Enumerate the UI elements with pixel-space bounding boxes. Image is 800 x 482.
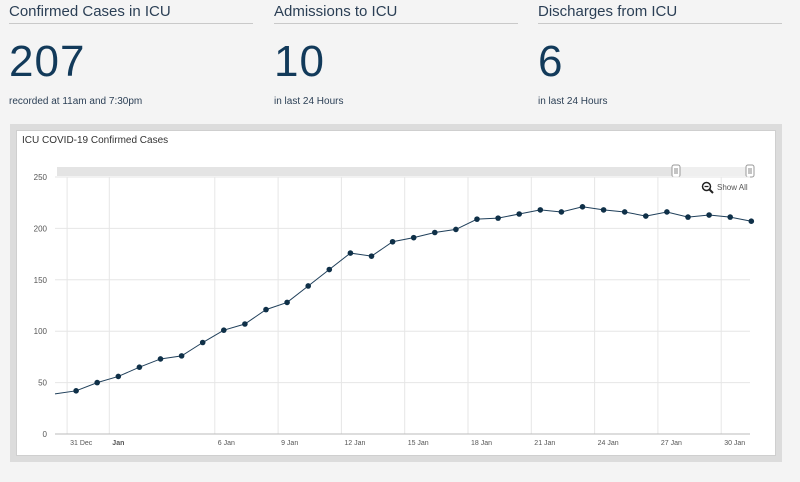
x-tick-label: 12 Jan xyxy=(344,440,365,447)
y-tick-label: 150 xyxy=(34,276,48,285)
range-navigator-window[interactable] xyxy=(676,167,750,176)
x-tick-label: 9 Jan xyxy=(281,440,298,447)
y-tick-label: 100 xyxy=(34,327,48,336)
x-tick-label: 27 Jan xyxy=(661,440,682,447)
zoom-out-icon xyxy=(701,181,714,194)
data-point[interactable] xyxy=(664,209,670,215)
data-point[interactable] xyxy=(453,226,459,233)
data-point[interactable] xyxy=(432,229,438,236)
stat-subtitle: in last 24 Hours xyxy=(274,96,344,107)
data-point[interactable] xyxy=(537,207,544,213)
data-point[interactable] xyxy=(73,388,79,394)
data-point[interactable] xyxy=(748,218,755,225)
data-point[interactable] xyxy=(558,209,565,215)
range-navigator-track[interactable] xyxy=(57,167,752,176)
stat-subtitle: in last 24 Hours xyxy=(538,96,608,107)
y-tick-label: 250 xyxy=(34,173,48,182)
stat-title: Confirmed Cases in ICU xyxy=(9,0,253,24)
data-point[interactable] xyxy=(495,215,501,221)
stat-confirmed-icu: Confirmed Cases in ICU 207 recorded at 1… xyxy=(9,0,253,107)
x-tick-label: Jan xyxy=(112,440,124,447)
y-tick-label: 50 xyxy=(38,379,47,388)
data-point[interactable] xyxy=(347,250,354,256)
show-all-button[interactable]: Show All xyxy=(701,181,748,194)
stat-value: 10 xyxy=(274,37,325,86)
data-point[interactable] xyxy=(706,212,712,218)
data-point[interactable] xyxy=(389,238,396,245)
show-all-label: Show All xyxy=(717,183,748,192)
data-point[interactable] xyxy=(685,214,691,220)
data-point[interactable] xyxy=(157,356,164,362)
stat-title: Discharges from ICU xyxy=(538,0,782,24)
stat-subtitle: recorded at 11am and 7:30pm xyxy=(9,96,143,107)
data-point[interactable] xyxy=(284,299,290,306)
range-handle-right[interactable] xyxy=(745,164,755,178)
data-point[interactable] xyxy=(474,216,480,222)
data-point[interactable] xyxy=(178,353,185,359)
data-point[interactable] xyxy=(516,211,522,217)
stat-value: 6 xyxy=(538,37,564,86)
x-tick-label: 31 Dec xyxy=(70,440,93,447)
series-line xyxy=(54,206,752,395)
stat-admissions-icu: Admissions to ICU 10 in last 24 Hours xyxy=(274,0,518,107)
data-point[interactable] xyxy=(643,213,649,219)
data-point[interactable] xyxy=(621,209,628,215)
stat-value: 207 xyxy=(9,37,86,86)
chart-panel: ICU COVID-19 Confirmed Cases 0 50 100 150 20… xyxy=(16,130,776,456)
data-point[interactable] xyxy=(94,379,100,386)
data-point[interactable] xyxy=(136,364,143,370)
stat-discharges-icu: Discharges from ICU 6 in last 24 Hours xyxy=(538,0,782,107)
y-tick-label: 200 xyxy=(34,224,48,233)
data-point[interactable] xyxy=(305,283,312,289)
x-tick-label: 6 Jan xyxy=(218,440,235,447)
data-point[interactable] xyxy=(115,373,122,380)
data-point[interactable] xyxy=(410,234,417,241)
data-point[interactable] xyxy=(579,204,586,210)
data-point[interactable] xyxy=(263,306,269,313)
x-tick-label: 30 Jan xyxy=(724,440,745,447)
y-tick-label: 0 xyxy=(43,430,48,439)
data-point[interactable] xyxy=(727,214,733,220)
summary-stats: Confirmed Cases in ICU 207 recorded at 1… xyxy=(0,0,800,120)
chart-container: ICU COVID-19 Confirmed Cases 0 50 100 150 20… xyxy=(10,124,782,462)
data-point[interactable] xyxy=(326,266,333,273)
data-point[interactable] xyxy=(221,327,227,333)
line-chart: 0 50 100 150 200 250 31 Dec Jan 6 Jan 9 Jan 12 Jan… xyxy=(34,164,755,447)
stat-title: Admissions to ICU xyxy=(274,0,518,24)
range-handle-left[interactable] xyxy=(671,164,681,178)
x-tick-label: 21 Jan xyxy=(534,440,555,447)
data-point[interactable] xyxy=(600,207,607,213)
x-tick-label: 24 Jan xyxy=(598,440,619,447)
data-point[interactable] xyxy=(242,321,248,327)
data-point[interactable] xyxy=(368,253,375,259)
x-tick-label: 18 Jan xyxy=(471,440,492,447)
x-tick-label: 15 Jan xyxy=(408,440,429,447)
data-point[interactable] xyxy=(199,339,206,346)
